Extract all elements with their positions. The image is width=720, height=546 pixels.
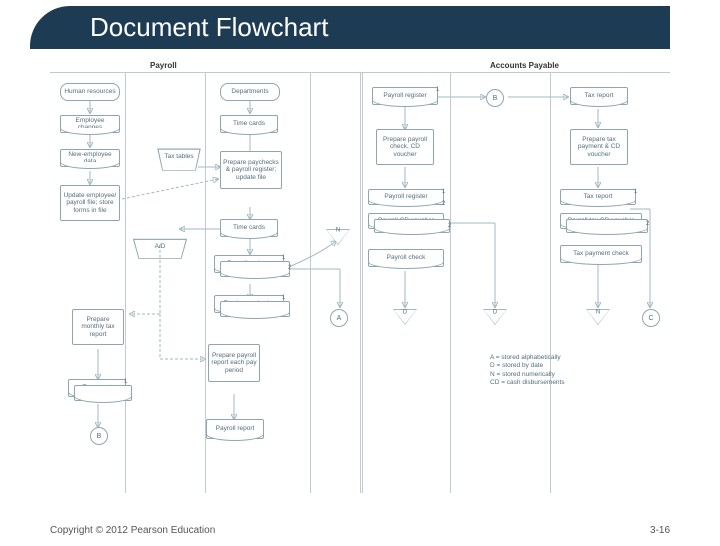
tag2g: 2 bbox=[646, 221, 649, 227]
col-payroll-header: Payroll bbox=[150, 61, 177, 70]
page-number: 3-16 bbox=[650, 525, 670, 536]
tri-d2-label: D bbox=[493, 309, 497, 315]
shape-payroll-tax-cd-b bbox=[566, 219, 648, 233]
tri-n2-label: N bbox=[596, 309, 600, 315]
col-div-1 bbox=[125, 73, 126, 493]
tri-n1-label: N bbox=[336, 227, 340, 233]
col-div-5 bbox=[550, 73, 551, 493]
legend-d: D = stored by date bbox=[490, 362, 565, 370]
conn-c: C bbox=[642, 309, 660, 327]
tag2a: 2 bbox=[288, 265, 291, 271]
legend: A = stored alphabetically D = stored by … bbox=[490, 354, 565, 388]
tag1e: 1 bbox=[442, 189, 445, 195]
shape-departments: Departments bbox=[220, 83, 280, 101]
conn-b: B bbox=[90, 427, 108, 445]
col-ap-header: Accounts Payable bbox=[490, 61, 559, 70]
shape-update-emp: Update employee/ payroll file; store for… bbox=[60, 185, 120, 221]
shape-tax-report-ap2: Tax report bbox=[560, 189, 636, 205]
shape-prepare-monthly: Prepare monthly tax report bbox=[72, 309, 124, 345]
shape-timecards: Time cards bbox=[220, 115, 278, 133]
shape-tax-tables: Tax tables bbox=[160, 149, 198, 173]
shape-tax-payment-check: Tax payment check bbox=[560, 245, 642, 263]
shape-payroll-cd-voucher-b bbox=[374, 219, 450, 233]
shape-hr: Human resources bbox=[60, 83, 120, 101]
copyright: Copyright © 2012 Pearson Education bbox=[50, 525, 215, 536]
footer: Copyright © 2012 Pearson Education 3-16 bbox=[0, 525, 720, 536]
tri-d1-label: D bbox=[403, 309, 407, 315]
col-div-4 bbox=[450, 73, 451, 493]
shape-tax-report-b bbox=[74, 385, 132, 401]
tag1d: 1 bbox=[436, 87, 439, 93]
tag2f: 2 bbox=[448, 223, 451, 229]
tag1f: 1 bbox=[634, 189, 637, 195]
col-div-3 bbox=[310, 73, 311, 493]
tag2e: 2 bbox=[442, 201, 445, 207]
shape-prepare-tax-payment: Prepare tax payment & CD voucher bbox=[570, 129, 628, 165]
conn-a: A bbox=[330, 309, 348, 327]
shape-prepare-payroll-check: Prepare payroll check, CD voucher bbox=[376, 129, 434, 165]
shape-payroll-check: Payroll check bbox=[368, 249, 444, 267]
shape-ad: A/D bbox=[136, 239, 184, 261]
shape-payroll-register-ap: Payroll register bbox=[372, 87, 438, 105]
shape-emp-checks-b bbox=[220, 301, 290, 317]
shape-payroll-report: Payroll report bbox=[206, 419, 264, 439]
shape-emp-changes: Employee changes bbox=[60, 115, 120, 133]
shape-new-emp: New-employee data bbox=[60, 149, 120, 167]
legend-cd: CD = cash disbursements bbox=[490, 379, 565, 387]
shape-tax-report-ap: Tax report bbox=[570, 87, 628, 105]
flowchart-diagram: Payroll Accounts Payable bbox=[50, 59, 670, 499]
shape-payroll-register-b bbox=[220, 261, 290, 277]
conn-b2: B bbox=[486, 89, 504, 107]
slide-title: Document Flowchart bbox=[30, 6, 670, 49]
shape-prepare-payroll-report: Prepare payroll report each pay period bbox=[208, 344, 260, 382]
shape-timecards2: Time cards bbox=[220, 219, 278, 237]
legend-n: N = stored numerically bbox=[490, 371, 565, 379]
col-div-double bbox=[360, 73, 363, 493]
legend-a: A = stored alphabetically bbox=[490, 354, 565, 362]
shape-prepare-paychecks: Prepare paychecks & payroll register; up… bbox=[220, 151, 282, 189]
shape-payroll-register-ap2: Payroll register bbox=[368, 189, 444, 205]
